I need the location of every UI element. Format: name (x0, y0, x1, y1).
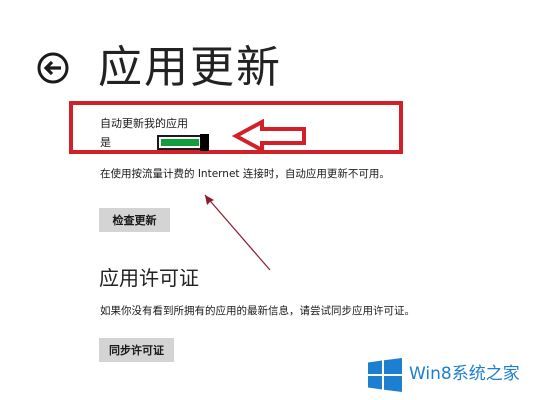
auto-update-toggle[interactable] (157, 134, 209, 151)
auto-update-state-label: 是 (100, 136, 111, 149)
windows-logo-icon (368, 358, 402, 392)
auto-update-label: 自动更新我的应用 (100, 117, 188, 130)
toggle-thumb[interactable] (200, 134, 209, 151)
toggle-fill (161, 139, 199, 146)
back-button[interactable] (37, 52, 69, 84)
outline-arrow-left-icon (232, 119, 306, 153)
back-arrow-circle-icon (37, 52, 69, 84)
licenses-section-title: 应用许可证 (99, 266, 199, 290)
auto-update-description: 在使用按流量计费的 Internet 连接时，自动应用更新不可用。 (100, 168, 390, 180)
watermark: Win8系统之家 (367, 358, 535, 392)
sync-licenses-button[interactable]: 同步许可证 (99, 338, 174, 362)
page-title: 应用更新 (98, 42, 282, 93)
licenses-description: 如果你没有看到所拥有的应用的最新信息，请尝试同步应用许可证。 (100, 305, 415, 317)
watermark-text: Win8系统之家 (409, 364, 520, 384)
check-updates-button[interactable]: 检查更新 (99, 208, 170, 232)
pointer-arrow-icon (204, 194, 271, 271)
